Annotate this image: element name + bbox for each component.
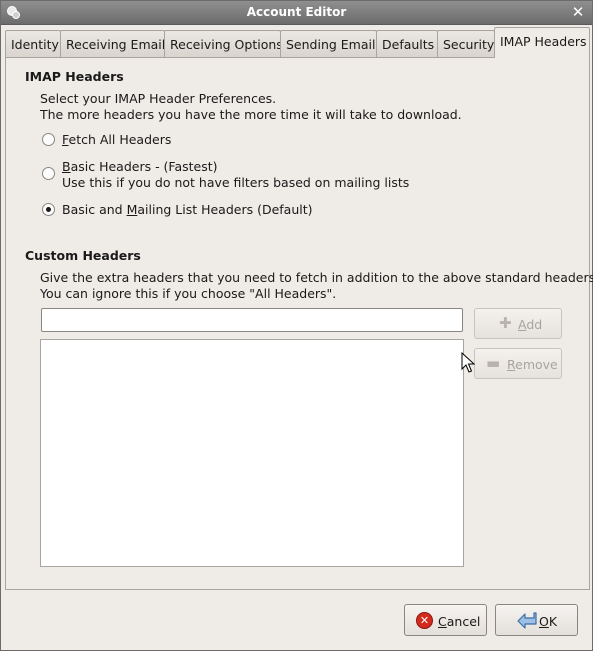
tab-sending-email[interactable]: Sending Email bbox=[280, 30, 377, 57]
ok-arrow-icon bbox=[517, 612, 537, 629]
label-text: dd bbox=[526, 317, 543, 332]
tab-identity[interactable]: Identity bbox=[5, 30, 61, 57]
label-text: etch All Headers bbox=[68, 132, 172, 147]
cancel-label: Cancel bbox=[438, 614, 480, 629]
radio-label[interactable]: Basic Headers - (Fastest) bbox=[62, 159, 218, 174]
radio-indicator[interactable] bbox=[42, 133, 55, 146]
label-text: K bbox=[548, 614, 558, 629]
tab-defaults[interactable]: Defaults bbox=[376, 30, 438, 57]
mnemonic: R bbox=[507, 357, 516, 372]
custom-headers-heading: Custom Headers bbox=[25, 248, 141, 263]
radio-sublabel: Use this if you do not have filters base… bbox=[62, 175, 410, 190]
imap-description-1: Select your IMAP Header Preferences. bbox=[40, 91, 277, 106]
remove-label: Remove bbox=[507, 357, 558, 372]
mouse-pointer-icon bbox=[461, 352, 475, 373]
mnemonic: M bbox=[126, 202, 138, 217]
tab-imap-headers[interactable]: IMAP Headers bbox=[494, 27, 590, 58]
ok-label: OK bbox=[539, 614, 557, 629]
radio-label[interactable]: Fetch All Headers bbox=[62, 132, 171, 147]
label-text: ailing List Headers (Default) bbox=[137, 202, 313, 217]
tab-bar: Identity Receiving Email Receiving Optio… bbox=[5, 27, 590, 58]
remove-button[interactable]: ▬ Remove bbox=[474, 348, 562, 379]
account-editor-window: Account Editor ✕ Identity Receiving Emai… bbox=[0, 0, 593, 651]
close-icon[interactable]: ✕ bbox=[570, 3, 586, 21]
add-label: Add bbox=[518, 317, 542, 332]
tab-receiving-email[interactable]: Receiving Email bbox=[60, 30, 165, 57]
mnemonic: B bbox=[62, 159, 71, 174]
radio-indicator[interactable] bbox=[42, 167, 55, 180]
mnemonic: O bbox=[539, 614, 549, 629]
plus-icon: ✚ bbox=[499, 314, 512, 332]
mnemonic: C bbox=[438, 614, 447, 629]
label-text: emove bbox=[515, 357, 558, 372]
radio-indicator-selected[interactable] bbox=[42, 203, 55, 216]
add-button[interactable]: ✚ Add bbox=[474, 308, 562, 339]
tab-receiving-options[interactable]: Receiving Options bbox=[164, 30, 283, 57]
cancel-icon: ✕ bbox=[416, 612, 433, 629]
ok-button[interactable]: OK bbox=[495, 604, 578, 636]
custom-description-2: You can ignore this if you choose "All H… bbox=[40, 286, 337, 301]
custom-header-input[interactable] bbox=[41, 308, 463, 332]
label-text: asic Headers - (Fastest) bbox=[70, 159, 218, 174]
imap-description-2: The more headers you have the more time … bbox=[40, 107, 462, 122]
imap-headers-heading: IMAP Headers bbox=[25, 69, 124, 84]
label-text: Basic and bbox=[62, 202, 127, 217]
radio-label[interactable]: Basic and Mailing List Headers (Default) bbox=[62, 202, 313, 217]
tab-security[interactable]: Security bbox=[437, 30, 495, 57]
custom-headers-list[interactable] bbox=[40, 339, 464, 567]
cancel-button[interactable]: ✕ Cancel bbox=[404, 604, 487, 636]
label-text: ancel bbox=[446, 614, 481, 629]
minus-icon: ▬ bbox=[486, 354, 501, 372]
title-bar[interactable]: Account Editor ✕ bbox=[1, 1, 592, 25]
custom-description-1: Give the extra headers that you need to … bbox=[40, 270, 593, 285]
window-title: Account Editor bbox=[246, 5, 347, 19]
